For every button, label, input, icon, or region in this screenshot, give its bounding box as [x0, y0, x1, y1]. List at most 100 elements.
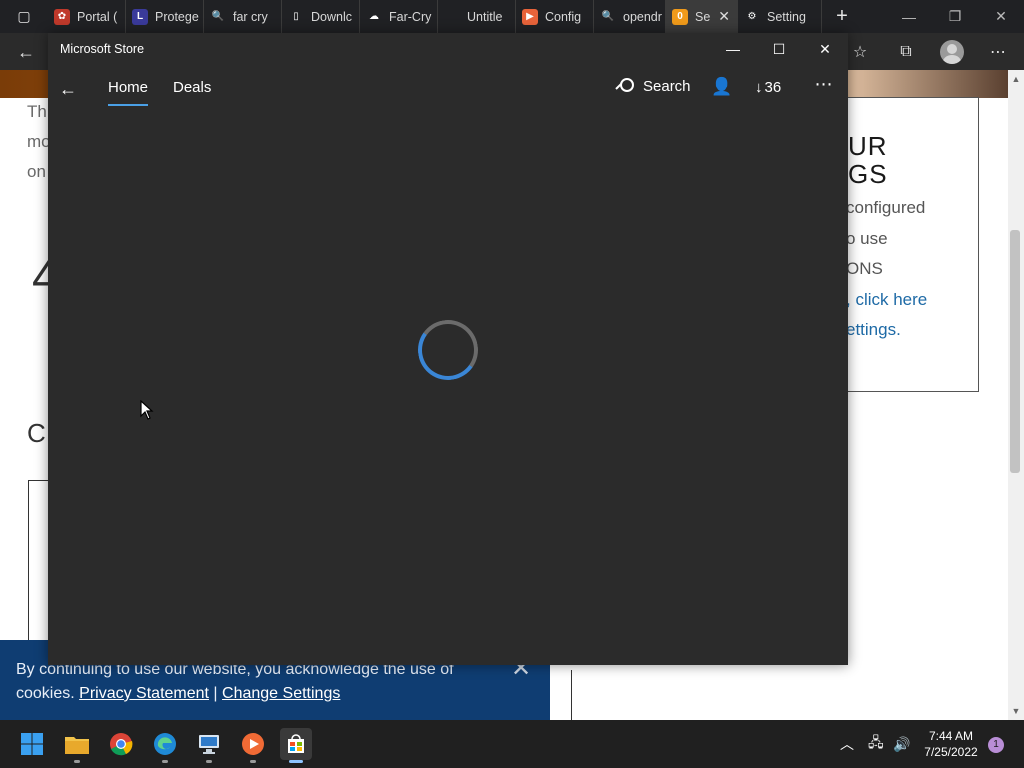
browser-tab[interactable]: ▶ Config: [516, 0, 594, 33]
card-text-line: configured: [846, 198, 926, 217]
edge-icon[interactable]: [149, 728, 181, 763]
browser-tab[interactable]: ▯ Downlc: [282, 0, 360, 33]
running-indicator: [206, 760, 212, 763]
volume-icon[interactable]: 🔊: [893, 720, 910, 768]
settings-more-icon[interactable]: ⋯: [980, 38, 1016, 66]
browser-tab[interactable]: L Protege: [126, 0, 204, 33]
more-options-icon[interactable]: ⋯: [812, 74, 836, 95]
tab-label: Portal (: [77, 9, 118, 24]
store-search-button[interactable]: Search: [615, 77, 691, 95]
browser-tab[interactable]: ✿ Portal (: [48, 0, 126, 33]
toolbar-actions: ☆ ⧉ ⋯: [842, 37, 1016, 67]
store-back-button[interactable]: ←: [56, 73, 80, 105]
running-indicator: [74, 760, 80, 763]
close-icon[interactable]: ✕: [978, 0, 1024, 33]
scroll-down-icon[interactable]: ▼: [1010, 706, 1022, 716]
browser-tab[interactable]: Untitle: [438, 0, 516, 33]
tab-favicon-icon: ▶: [522, 8, 538, 25]
tab-close-icon[interactable]: ✕: [718, 8, 730, 25]
tab-label: Downlc: [311, 9, 352, 24]
section-heading: C: [27, 418, 46, 448]
tab-label: Se: [695, 9, 711, 24]
downloads-count: 36: [764, 79, 782, 96]
restore-icon[interactable]: ❐: [932, 0, 978, 33]
tab-favicon-icon: 0: [672, 8, 688, 25]
running-indicator: [250, 760, 256, 763]
store-close-icon[interactable]: ✕: [802, 33, 848, 65]
file-explorer-icon[interactable]: [61, 728, 93, 763]
minimize-icon[interactable]: —: [886, 0, 932, 33]
store-minimize-icon[interactable]: —: [710, 33, 756, 65]
clock-date: 7/25/2022: [924, 745, 978, 759]
collections-icon[interactable]: ⧉: [888, 38, 924, 66]
tab-label: Far-Cry: [389, 9, 432, 24]
show-hidden-icons[interactable]: ︿: [840, 720, 854, 768]
cookie-separator: |: [208, 685, 223, 702]
tab-label: Setting: [767, 9, 806, 24]
tab-label: Config: [545, 9, 582, 24]
browser-tab[interactable]: ⚙ Setting: [738, 0, 822, 33]
browser-back-button[interactable]: ←: [12, 39, 40, 65]
card-link[interactable]: , click here: [846, 290, 927, 310]
tab-favicon-icon: [444, 9, 460, 25]
tab-favicon-icon: 🔍: [601, 11, 615, 22]
new-tab-button[interactable]: +: [822, 0, 862, 33]
change-settings-link[interactable]: Change Settings: [222, 685, 340, 702]
remote-desktop-icon[interactable]: [193, 728, 225, 763]
browser-tab[interactable]: ☁ Far-Cry: [360, 0, 438, 33]
cookie-message: By continuing to use our website, you ac…: [16, 658, 496, 706]
tab-favicon-icon: ⚙: [747, 11, 757, 22]
downloads-button[interactable]: ↓ 36: [755, 79, 781, 96]
tab-label: far cry: [233, 9, 268, 24]
notification-badge[interactable]: 1: [988, 737, 1004, 753]
browser-tab[interactable]: 🔍 opendr: [594, 0, 666, 33]
running-indicator: [162, 760, 168, 763]
card-text-line: o use: [846, 229, 888, 248]
tab-home[interactable]: Home: [108, 79, 148, 96]
start-button[interactable]: [16, 728, 48, 760]
scrollbar-thumb[interactable]: [1010, 230, 1020, 473]
card-text-line: ONS: [846, 259, 883, 278]
store-window-title: Microsoft Store: [60, 42, 145, 56]
microsoft-store-window: Microsoft Store — ☐ ✕ ← Home Deals Searc…: [48, 33, 848, 665]
chrome-icon[interactable]: [105, 728, 137, 760]
store-nav-bar: ← Home Deals Search 👤 ↓ 36 ⋯: [48, 69, 848, 109]
mouse-cursor-icon: [140, 400, 154, 420]
tab-label: Untitle: [467, 9, 503, 24]
media-player-icon[interactable]: [237, 728, 269, 763]
tab-favicon-icon: ✿: [54, 8, 70, 25]
system-clock[interactable]: 7:44 AM 7/25/2022: [918, 728, 984, 760]
divider: [571, 670, 572, 720]
page-text-line: on: [27, 162, 46, 181]
tab-favicon-icon: ☁: [369, 11, 379, 22]
browser-tab[interactable]: 0 Se ✕: [666, 0, 738, 33]
avatar-icon: [940, 40, 964, 64]
tab-deals[interactable]: Deals: [173, 79, 211, 96]
microsoft-store-icon[interactable]: [280, 728, 312, 763]
loading-spinner: [413, 315, 483, 385]
tab-favicon-icon: 🔍: [211, 11, 225, 22]
tab-actions-icon[interactable]: ▢: [0, 0, 48, 33]
profile-button[interactable]: [934, 38, 970, 66]
active-tab-indicator: [108, 104, 148, 106]
card-heading-line: GS: [848, 159, 888, 189]
network-icon[interactable]: 🖧: [868, 720, 884, 768]
windows-taskbar: ︿ 🖧 🔊 7:44 AM 7/25/2022 1: [0, 720, 1024, 768]
privacy-statement-link[interactable]: Privacy Statement: [79, 685, 209, 702]
card-heading-line: UR: [848, 131, 888, 161]
download-icon: ↓: [755, 79, 763, 96]
tab-label: opendr: [623, 9, 662, 24]
tab-favicon-icon: ▯: [293, 11, 299, 22]
active-indicator: [289, 760, 303, 763]
windows-logo-icon: [21, 733, 43, 755]
scroll-up-icon[interactable]: ▲: [1010, 74, 1022, 84]
card-link[interactable]: ettings.: [846, 320, 901, 340]
store-maximize-icon[interactable]: ☐: [756, 33, 802, 65]
browser-tab-strip: ▢ ✿ Portal ( L Protege 🔍 far cry ▯ Downlc ☁ Far-C…: [0, 0, 1024, 33]
page-text-line: Th: [27, 102, 47, 121]
tab-label: Protege: [155, 9, 199, 24]
browser-tab[interactable]: 🔍 far cry: [204, 0, 282, 33]
clock-time: 7:44 AM: [928, 729, 974, 743]
browser-window-controls: — ❐ ✕: [886, 0, 1024, 33]
account-icon[interactable]: 👤: [710, 75, 734, 99]
